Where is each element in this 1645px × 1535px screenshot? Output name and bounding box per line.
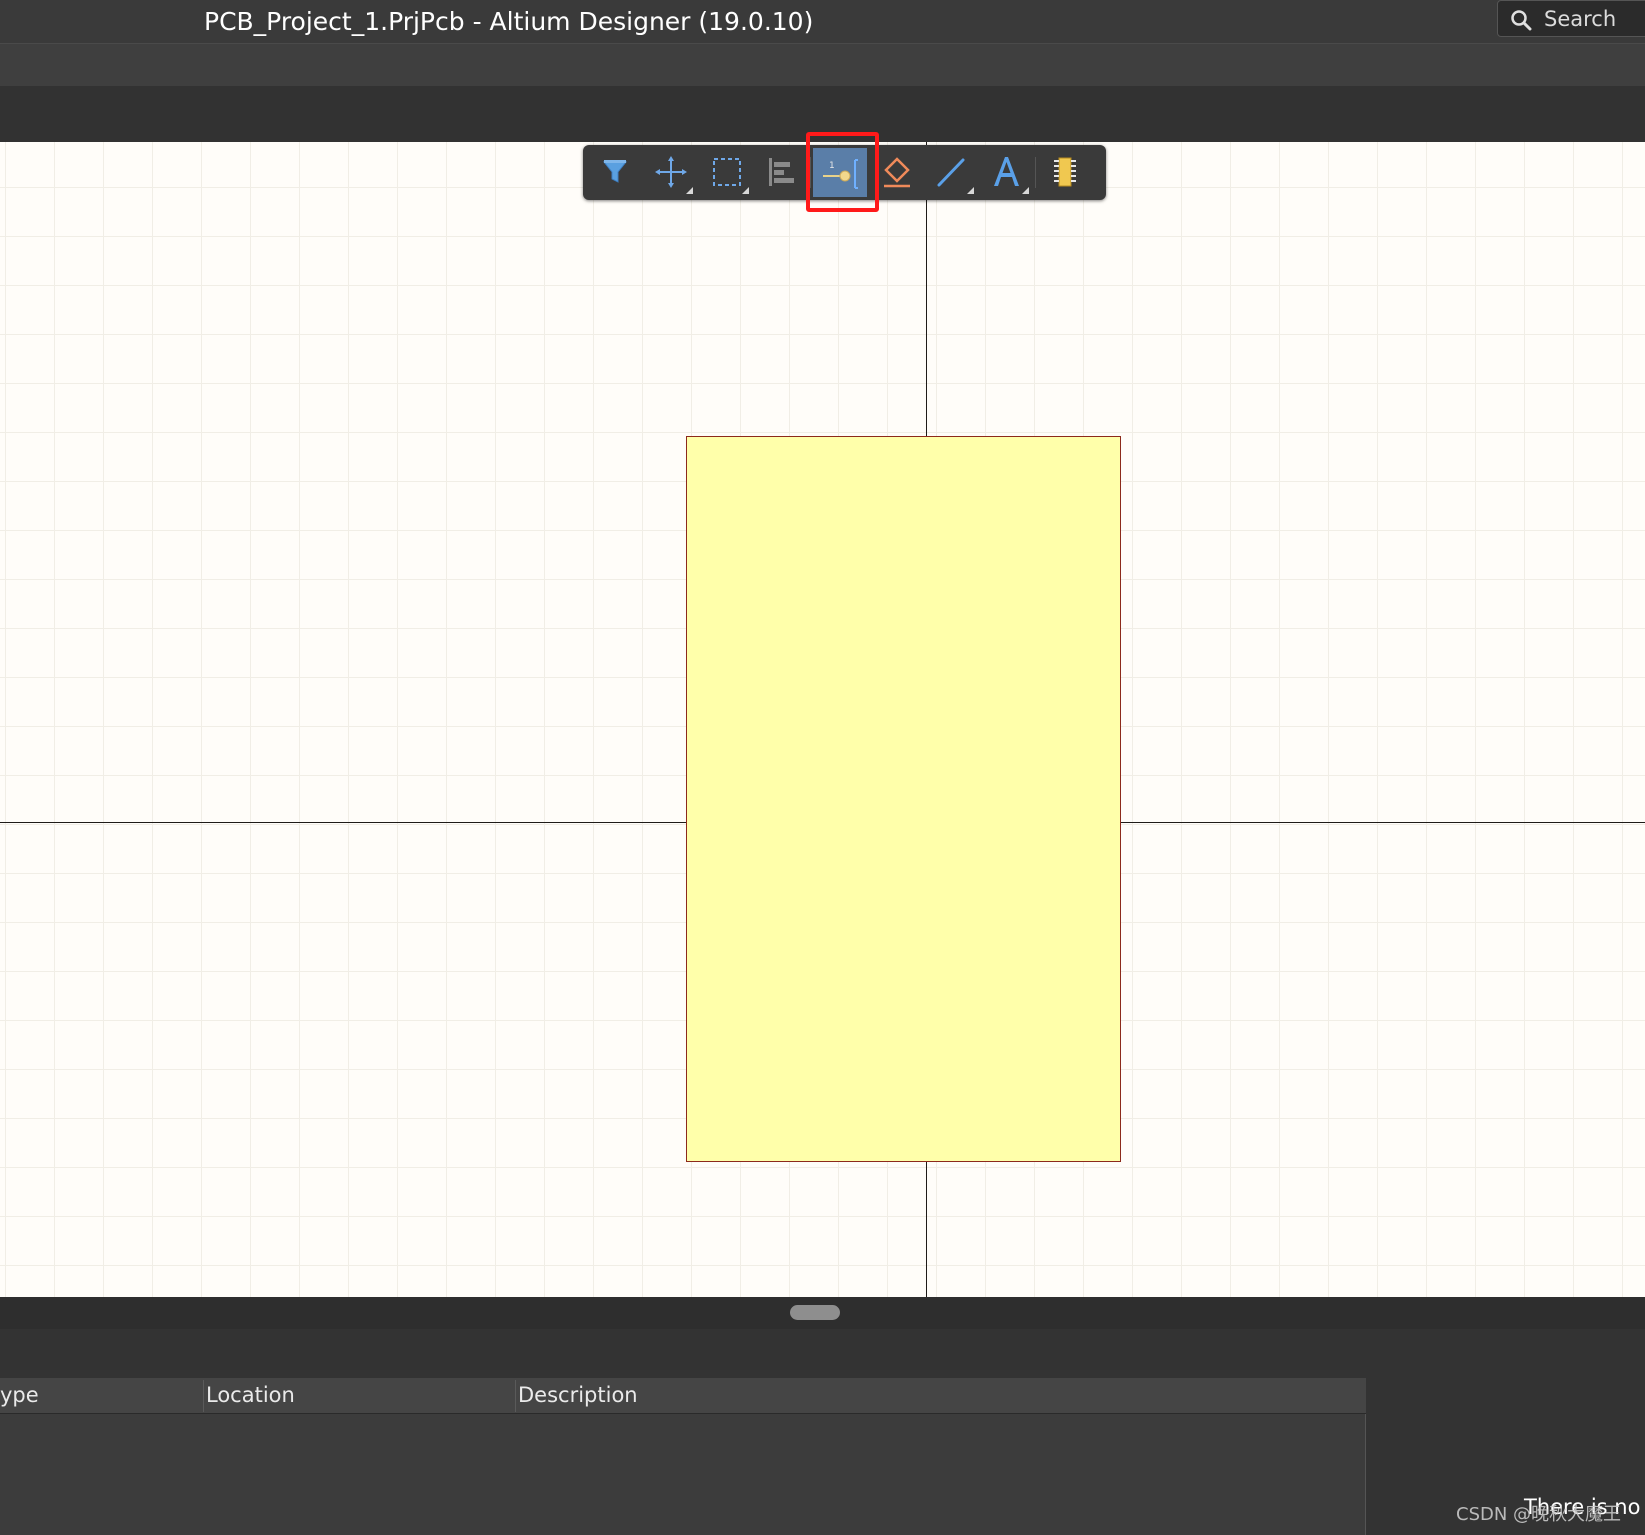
window-title: PCB_Project_1.PrjPcb - Altium Designer (… [204,7,814,36]
toolbar-separator [1035,157,1036,188]
crosshair-horizontal-right [1121,822,1645,823]
menu-bar [0,44,1645,86]
search-icon [1511,10,1532,31]
submenu-indicator [1022,187,1029,194]
component-icon [1054,157,1076,187]
submenu-indicator [686,187,693,194]
column-separator[interactable] [203,1380,204,1412]
submenu-indicator [967,187,974,194]
messages-table[interactable]: ype Location Description [0,1378,1366,1535]
component-body-rectangle[interactable] [686,436,1121,1162]
column-header-type[interactable]: ype [0,1380,39,1410]
select-button[interactable] [702,148,752,197]
messages-panel-toolbar [0,1329,1645,1369]
column-header-location[interactable]: Location [206,1380,295,1410]
text-button[interactable] [982,148,1032,197]
eraser-icon [884,157,910,188]
highlight-annotation [806,132,879,212]
column-header-description[interactable]: Description [518,1380,638,1410]
crosshair-vertical-bottom [926,1162,927,1297]
filter-icon [602,160,628,183]
crosshair-horizontal-left [0,822,686,823]
column-separator[interactable] [515,1380,516,1412]
submenu-indicator [742,187,749,194]
align-icon [769,158,794,186]
messages-table-header: ype Location Description [0,1378,1366,1414]
search-label: Search [1544,7,1617,31]
title-bar: PCB_Project_1.PrjPcb - Altium Designer (… [0,0,1645,44]
watermark-text: CSDN @晚秋大魔王 [1456,1504,1622,1525]
component-button[interactable] [1040,148,1090,197]
schematic-canvas[interactable] [0,142,1645,1297]
align-button[interactable] [757,148,807,197]
eraser-button[interactable] [872,148,922,197]
filter-button[interactable] [592,148,642,197]
splitter-handle[interactable] [790,1305,840,1320]
line-button[interactable] [927,148,977,197]
move-button[interactable] [646,148,696,197]
search-box[interactable]: Search [1497,0,1645,37]
